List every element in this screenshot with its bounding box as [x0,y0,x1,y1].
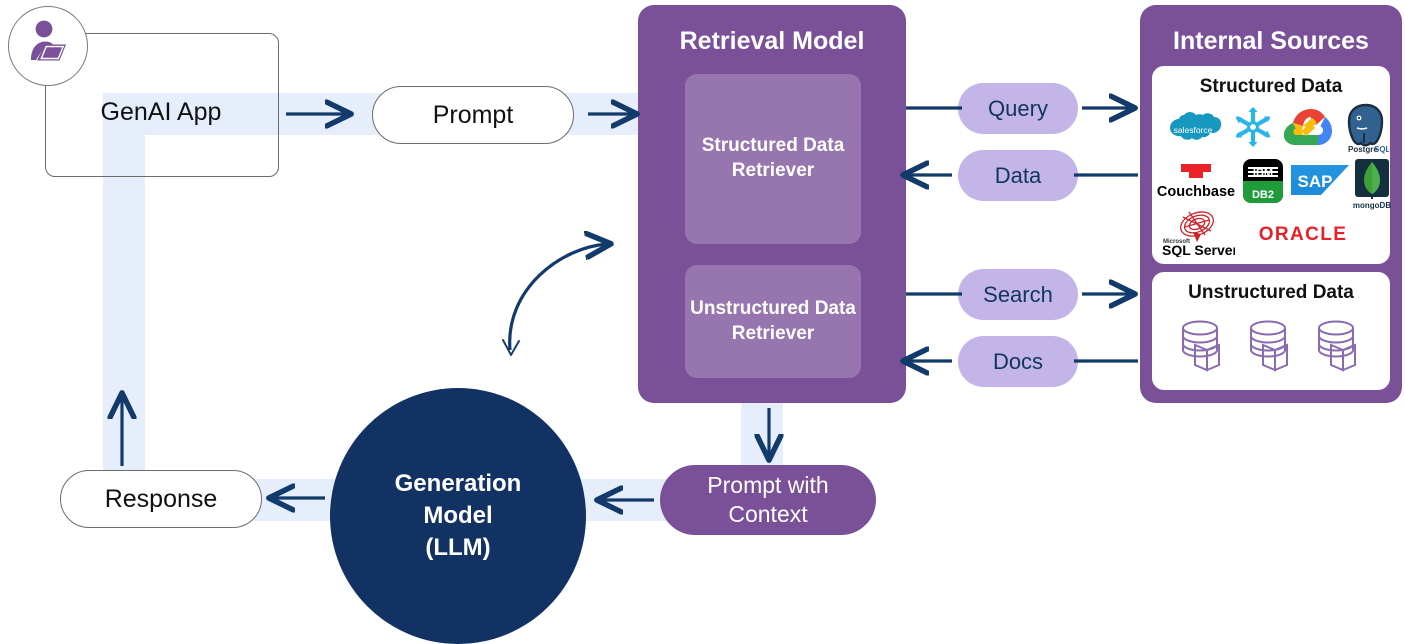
unstructured-data-card[interactable]: Unstructured Data [1152,272,1390,390]
snowflake-logo [1228,104,1278,150]
google-cloud-logo [1280,104,1342,150]
docs-pill[interactable]: Docs [958,336,1078,387]
postgresql-logo: Postgre SQL [1342,100,1390,156]
microsoft-sql-server-logo: Microsoft SQL Server [1158,206,1236,258]
arrowhead-curve-lower [502,339,520,356]
search-label: Search [983,281,1053,307]
arrow-generation-to-retrieval-curve [508,244,608,351]
svg-text:Couchbase: Couchbase [1157,184,1235,200]
database-document-icon [1244,314,1306,381]
data-label: Data [994,162,1042,188]
svg-text:mongoDB: mongoDB [1353,201,1391,210]
svg-text:DB2: DB2 [1252,189,1274,201]
sap-logo: SAP [1290,162,1352,198]
svg-text:SQL Server: SQL Server [1162,242,1235,257]
unstructured-data-retriever-box[interactable]: Unstructured Data Retriever [685,265,861,378]
prompt-pill[interactable]: Prompt [372,86,574,144]
prompt-with-context-pill[interactable]: Prompt with Context [660,465,876,535]
svg-text:SAP: SAP [1298,172,1333,191]
internal-sources-title: Internal Sources [1173,27,1369,55]
couchbase-logo: Couchbase [1156,160,1236,204]
svg-text:SQL: SQL [1374,145,1389,154]
generation-model-line3: (LLM) [425,533,491,561]
unstructured-data-title: Unstructured Data [1188,282,1354,303]
database-document-icon [1176,314,1238,381]
query-label: Query [988,95,1048,121]
prompt-with-context-line1: Prompt with [707,472,829,499]
structured-data-title: Structured Data [1199,76,1343,97]
unstructured-data-retriever-label: Unstructured Data Retriever [690,297,856,344]
response-label: Response [104,484,218,513]
structured-data-card[interactable]: Structured Data salesforce Postgre SQL C… [1152,66,1391,264]
search-pill[interactable]: Search [958,269,1078,320]
structured-data-retriever-box[interactable]: Structured Data Retriever [685,74,861,244]
rag-architecture-diagram: GenAI App Prompt Response Retrieval Mode… [0,0,1405,644]
ibm-db2-logo: IBM DB2 [1240,156,1286,206]
prompt-label: Prompt [432,100,514,129]
genai-app-label: GenAI App [100,97,222,126]
data-pill[interactable]: Data [958,150,1078,201]
prompt-with-context-line2: Context [728,501,808,527]
docs-label: Docs [992,348,1044,374]
retrieval-model-title: Retrieval Model [679,27,865,55]
oracle-logo: ORACLE [1248,218,1358,248]
generation-model-line2: Model [423,502,493,530]
svg-text:ORACLE: ORACLE [1259,224,1348,245]
svg-text:salesforce: salesforce [1174,125,1213,135]
response-pill[interactable]: Response [60,470,262,528]
generation-model-circle[interactable]: Generation Model (LLM) [330,388,586,644]
generation-model-line1: Generation [394,470,522,498]
database-document-icon [1312,314,1374,381]
salesforce-logo: salesforce [1162,106,1224,148]
svg-text:IBM: IBM [1253,167,1273,179]
user-laptop-icon [8,6,88,86]
structured-data-retriever-label: Structured Data Retriever [701,135,845,181]
query-pill[interactable]: Query [958,83,1078,134]
mongodb-logo: mongoDB [1350,156,1394,212]
